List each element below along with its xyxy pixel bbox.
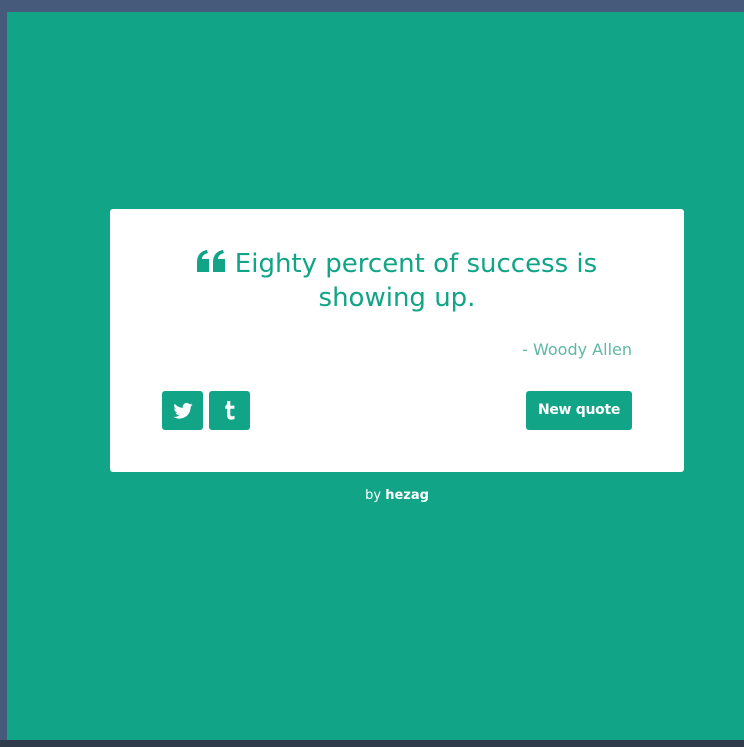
tumblr-icon bbox=[224, 400, 234, 420]
quote-left-icon bbox=[196, 250, 225, 272]
credit-name-link[interactable]: hezag bbox=[385, 488, 429, 503]
new-quote-button[interactable]: New quote bbox=[526, 391, 632, 430]
credit-prefix: by bbox=[365, 488, 382, 503]
quote-card: Eighty percent of success is showing up.… bbox=[110, 209, 684, 472]
quote-text-block: Eighty percent of success is showing up. bbox=[150, 247, 644, 315]
quote-text: Eighty percent of success is showing up. bbox=[234, 249, 598, 313]
author-credit: by hezag bbox=[7, 488, 744, 504]
quote-author: - Woody Allen bbox=[522, 340, 632, 359]
tweet-button[interactable] bbox=[162, 391, 203, 430]
window-bottom-edge bbox=[0, 740, 744, 747]
twitter-icon bbox=[172, 402, 193, 419]
app-background: Eighty percent of success is showing up.… bbox=[7, 12, 744, 740]
tumblr-button[interactable] bbox=[209, 391, 250, 430]
